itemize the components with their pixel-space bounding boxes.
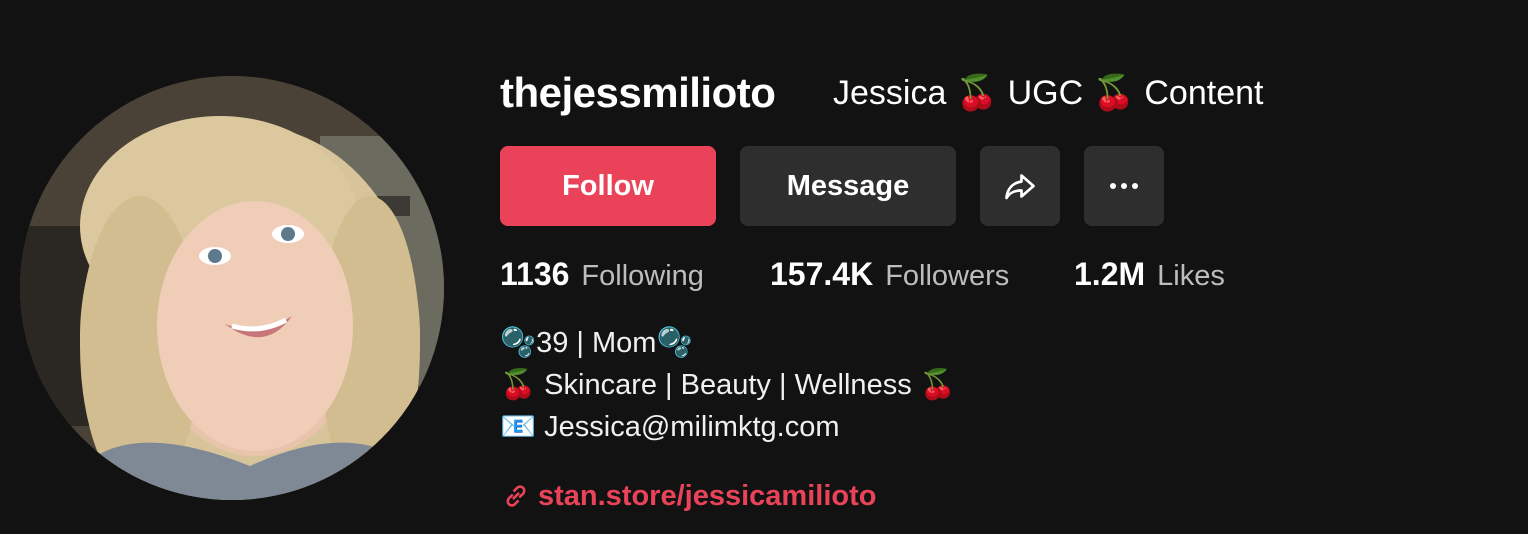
followers-count: 157.4K [770,256,874,292]
nickname: Jessica 🍒 UGC 🍒 Content [833,74,1264,112]
link-text[interactable]: stan.store/jessicamilioto [538,480,876,513]
message-button[interactable]: Message [740,146,956,226]
profile-photo [20,76,444,500]
followers-label: Followers [885,260,1010,292]
more-options-button[interactable] [1084,146,1164,226]
following-label: Following [581,260,704,292]
bio-link[interactable]: stan.store/jessicamilioto [502,474,876,518]
stat-followers[interactable]: 157.4K Followers [770,252,1009,298]
bio-line: 📧 Jessica@milimktg.com [500,411,840,443]
bio-line: 🫧39 | Mom🫧 [500,327,693,359]
stat-following[interactable]: 1136 Following [500,252,704,298]
link-icon [506,485,526,507]
avatar[interactable] [20,76,444,500]
share-button[interactable] [980,146,1060,226]
more-dots-icon [1110,183,1138,189]
bio: 🫧39 | Mom🫧 🍒 Skincare | Beauty | Wellnes… [500,322,956,448]
stat-likes: 1.2M Likes [1074,252,1225,298]
username: thejessmilioto [500,69,776,116]
share-arrow-icon [1005,174,1035,200]
likes-label: Likes [1157,260,1225,292]
likes-count: 1.2M [1074,256,1146,292]
following-count: 1136 [500,256,570,292]
follow-button[interactable]: Follow [500,146,716,226]
bio-line: 🍒 Skincare | Beauty | Wellness 🍒 [500,369,956,401]
